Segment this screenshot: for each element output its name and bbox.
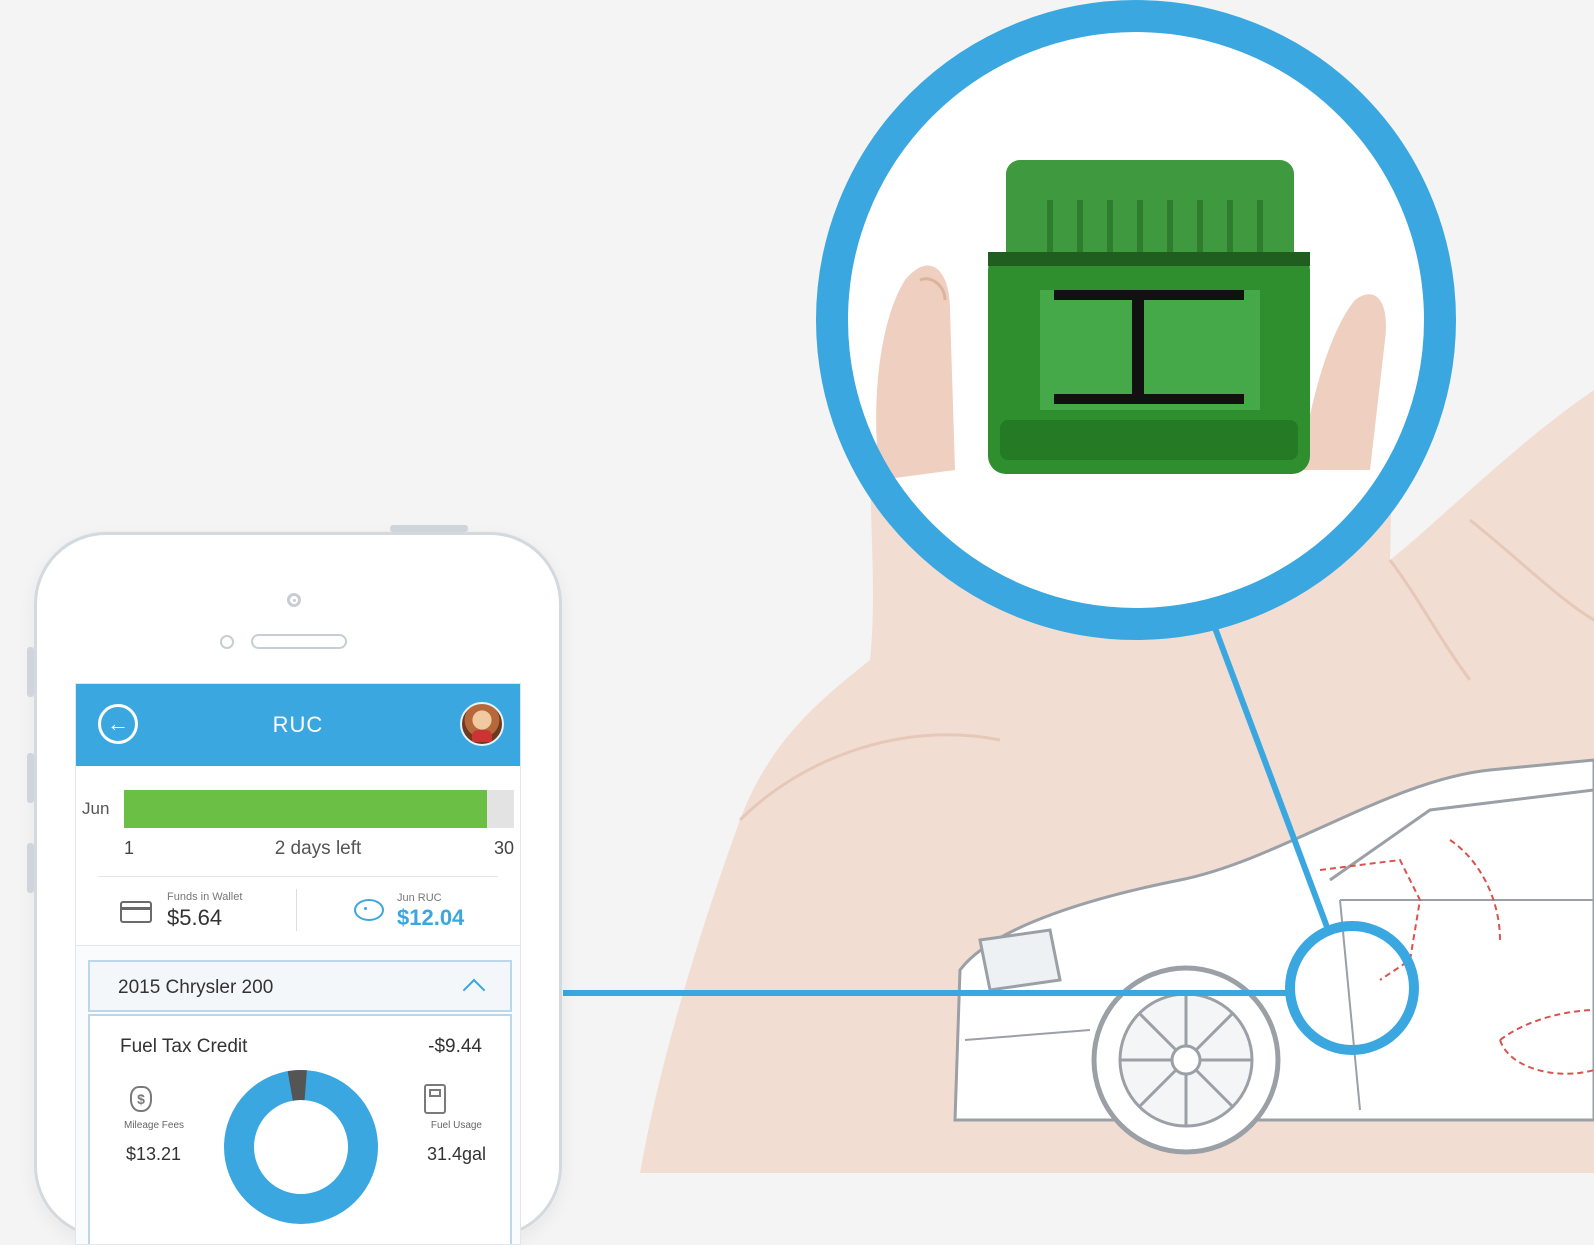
power-button [390, 525, 468, 532]
fuel-value: 31.4gal [426, 1144, 486, 1164]
vehicle-section: 2015 Chrysler 200 Fuel Tax Credit -$9.44… [76, 945, 520, 1244]
ruc-value: $12.04 [397, 905, 465, 930]
progress-bar [124, 790, 514, 828]
stats-row: Funds in Wallet $5.64 Jun RUC $12.04 [76, 877, 520, 941]
app-header: ← RUC [76, 684, 520, 766]
page-title: RUC [272, 712, 324, 737]
credit-label: Fuel Tax Credit [120, 1036, 248, 1057]
volume-button [27, 843, 34, 893]
volume-button [27, 647, 34, 697]
wallet-icon [120, 901, 152, 923]
avatar[interactable] [460, 702, 504, 746]
fuel-label: Fuel Usage [430, 1120, 482, 1131]
vehicle-name: 2015 Chrysler 200 [118, 977, 274, 998]
obd-device-illustration [988, 160, 1310, 474]
piggy-bank-icon [354, 899, 384, 921]
month-progress: Jun [76, 766, 520, 828]
progress-bar-fill [124, 790, 487, 828]
proximity-sensor [220, 635, 234, 649]
chevron-up-icon[interactable] [462, 978, 486, 1002]
phone-frame: ← RUC Jun 1 2 days left 30 Funds in Wall… [27, 525, 562, 1245]
vehicle-header[interactable]: 2015 Chrysler 200 [88, 960, 512, 1012]
donut-main-arc [224, 1070, 378, 1224]
fees-donut-chart [224, 1070, 378, 1224]
money-bag-icon: $ [130, 1086, 152, 1112]
earpiece-speaker [251, 634, 347, 649]
mileage-label: Mileage Fees [124, 1120, 185, 1131]
mileage-value: $13.21 [126, 1144, 182, 1164]
range-end: 30 [493, 838, 514, 858]
app-screen: ← RUC Jun 1 2 days left 30 Funds in Wall… [75, 683, 521, 1245]
volume-button [27, 753, 34, 803]
month-label: Jun [82, 799, 110, 818]
ruc-label: Jun RUC [397, 892, 442, 904]
progress-range: 1 2 days left 30 [76, 828, 520, 872]
vehicle-detail-card: Fuel Tax Credit -$9.44 $ Mileage Fees $1… [88, 1014, 512, 1244]
days-left: 2 days left [274, 838, 362, 859]
wallet-value: $5.64 [167, 905, 223, 930]
credit-value: -$9.44 [428, 1036, 482, 1057]
front-camera [287, 593, 301, 607]
wallet-label: Funds in Wallet [167, 891, 243, 903]
fuel-pump-icon [424, 1084, 446, 1114]
divider [296, 889, 297, 931]
